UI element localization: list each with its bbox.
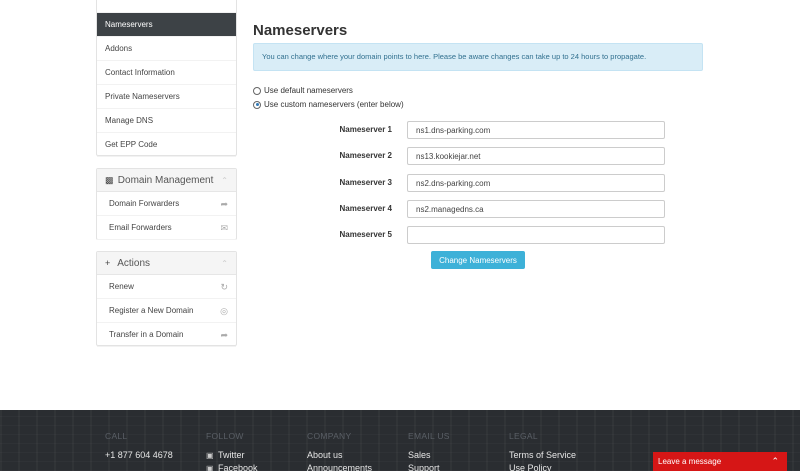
footer-link-support[interactable]: Support	[408, 463, 450, 471]
nav-contact-information[interactable]: Contact Information	[97, 61, 236, 85]
calendar-icon: ▩	[105, 175, 114, 185]
footer-heading: COMPANY	[307, 431, 352, 441]
footer-col-email: EMAIL US Sales Support	[408, 410, 450, 471]
facebook-icon: ▣	[206, 464, 214, 471]
share-icon: ➦	[220, 330, 228, 340]
nameserver-1-input[interactable]	[407, 121, 665, 139]
chevron-up-icon[interactable]: ⌃	[771, 452, 779, 471]
domain-management-panel: ▩ Domain Management ⌃ Domain Forwarders …	[96, 168, 237, 240]
radio-button[interactable]	[253, 100, 261, 109]
refresh-icon: ↻	[220, 282, 228, 292]
nameserver-label: Nameserver 2	[339, 151, 392, 160]
info-alert: You can change where your domain points …	[253, 43, 703, 71]
radio-default-nameservers[interactable]: Use default nameservers	[253, 86, 353, 95]
sidebar-item-transfer-domain[interactable]: Transfer in a Domain ➦	[97, 323, 236, 347]
nameserver-row-2: Nameserver 2	[300, 147, 665, 165]
share-icon: ➦	[220, 199, 228, 209]
nav-get-epp-code[interactable]: Get EPP Code	[97, 133, 236, 157]
live-chat-label: Leave a message	[658, 457, 722, 466]
nav-private-nameservers[interactable]: Private Nameservers	[97, 85, 236, 109]
actions-panel: + Actions ⌃ Renew ↻ Register a New Domai…	[96, 251, 237, 347]
footer-heading: CALL	[105, 431, 128, 441]
plus-icon: +	[105, 258, 111, 268]
footer-link-use-policy[interactable]: Use Policy	[509, 463, 576, 471]
nameserver-5-input[interactable]	[407, 226, 665, 244]
footer-col-legal: LEGAL Terms of Service Use Policy	[509, 410, 576, 471]
radio-label: Use default nameservers	[264, 86, 353, 95]
footer-link-label: Facebook	[218, 463, 258, 471]
footer-link-about[interactable]: About us	[307, 450, 372, 460]
page-title: Nameservers	[253, 22, 348, 39]
envelope-icon: ✉	[220, 223, 228, 233]
sidebar-item-domain-forwarders[interactable]: Domain Forwarders ➦	[97, 192, 236, 216]
nameserver-row-5: Nameserver 5	[300, 226, 665, 244]
footer-link-label: Twitter	[218, 450, 245, 460]
radio-button[interactable]	[253, 86, 261, 95]
footer-col-company: COMPANY About us Announcements	[307, 410, 372, 471]
domain-nav-panel: Auto Renew Nameservers Addons Contact In…	[96, 0, 237, 157]
sidebar-item-label: Transfer in a Domain	[109, 330, 184, 339]
actions-title: Actions	[117, 258, 151, 269]
sidebar-item-label: Domain Forwarders	[109, 199, 180, 208]
footer-link-facebook[interactable]: ▣ Facebook	[206, 463, 258, 471]
sidebar-item-register-domain[interactable]: Register a New Domain ◎	[97, 299, 236, 323]
nameserver-3-input[interactable]	[407, 174, 665, 192]
nav-nameservers[interactable]: Nameservers	[97, 13, 236, 37]
sidebar-item-label: Email Forwarders	[109, 223, 172, 232]
radio-label: Use custom nameservers (enter below)	[264, 100, 404, 109]
twitter-icon: ▣	[206, 451, 214, 460]
nameserver-row-1: Nameserver 1	[300, 121, 665, 139]
sidebar-item-email-forwarders[interactable]: Email Forwarders ✉	[97, 216, 236, 240]
actions-header[interactable]: + Actions ⌃	[97, 252, 236, 275]
domain-management-header[interactable]: ▩ Domain Management ⌃	[97, 169, 236, 192]
chevron-up-icon[interactable]: ⌃	[221, 252, 228, 275]
footer-heading: EMAIL US	[408, 431, 450, 441]
nameserver-row-3: Nameserver 3	[300, 174, 665, 192]
footer-heading: LEGAL	[509, 431, 538, 441]
nameserver-row-4: Nameserver 4	[300, 200, 665, 218]
change-nameservers-button[interactable]: Change Nameservers	[431, 251, 525, 269]
footer-col-follow: FOLLOW ▣ Twitter ▣ Facebook	[206, 410, 258, 471]
nav-manage-dns[interactable]: Manage DNS	[97, 109, 236, 133]
footer-phone-link[interactable]: +1 877 604 4678	[105, 450, 173, 460]
globe-icon: ◎	[220, 306, 228, 316]
nav-addons[interactable]: Addons	[97, 37, 236, 61]
footer-link-terms[interactable]: Terms of Service	[509, 450, 576, 460]
nameserver-label: Nameserver 5	[339, 230, 392, 239]
footer-link-sales[interactable]: Sales	[408, 450, 450, 460]
footer-heading: FOLLOW	[206, 431, 244, 441]
sidebar-item-label: Renew	[109, 282, 134, 291]
footer-link-announcements[interactable]: Announcements	[307, 463, 372, 471]
nameserver-4-input[interactable]	[407, 200, 665, 218]
sidebar-item-label: Register a New Domain	[109, 306, 194, 315]
radio-custom-nameservers[interactable]: Use custom nameservers (enter below)	[253, 100, 404, 109]
domain-management-title: Domain Management	[117, 175, 214, 186]
footer-col-call: CALL +1 877 604 4678	[105, 410, 173, 460]
live-chat-widget[interactable]: Leave a message ⌃	[653, 452, 787, 471]
nav-auto-renew[interactable]: Auto Renew	[97, 0, 236, 13]
nameserver-label: Nameserver 3	[339, 178, 392, 187]
footer-link-twitter[interactable]: ▣ Twitter	[206, 450, 258, 460]
nameserver-2-input[interactable]	[407, 147, 665, 165]
nameserver-label: Nameserver 4	[339, 204, 392, 213]
nameserver-label: Nameserver 1	[339, 125, 392, 134]
chevron-up-icon[interactable]: ⌃	[221, 169, 228, 192]
sidebar-item-renew[interactable]: Renew ↻	[97, 275, 236, 299]
